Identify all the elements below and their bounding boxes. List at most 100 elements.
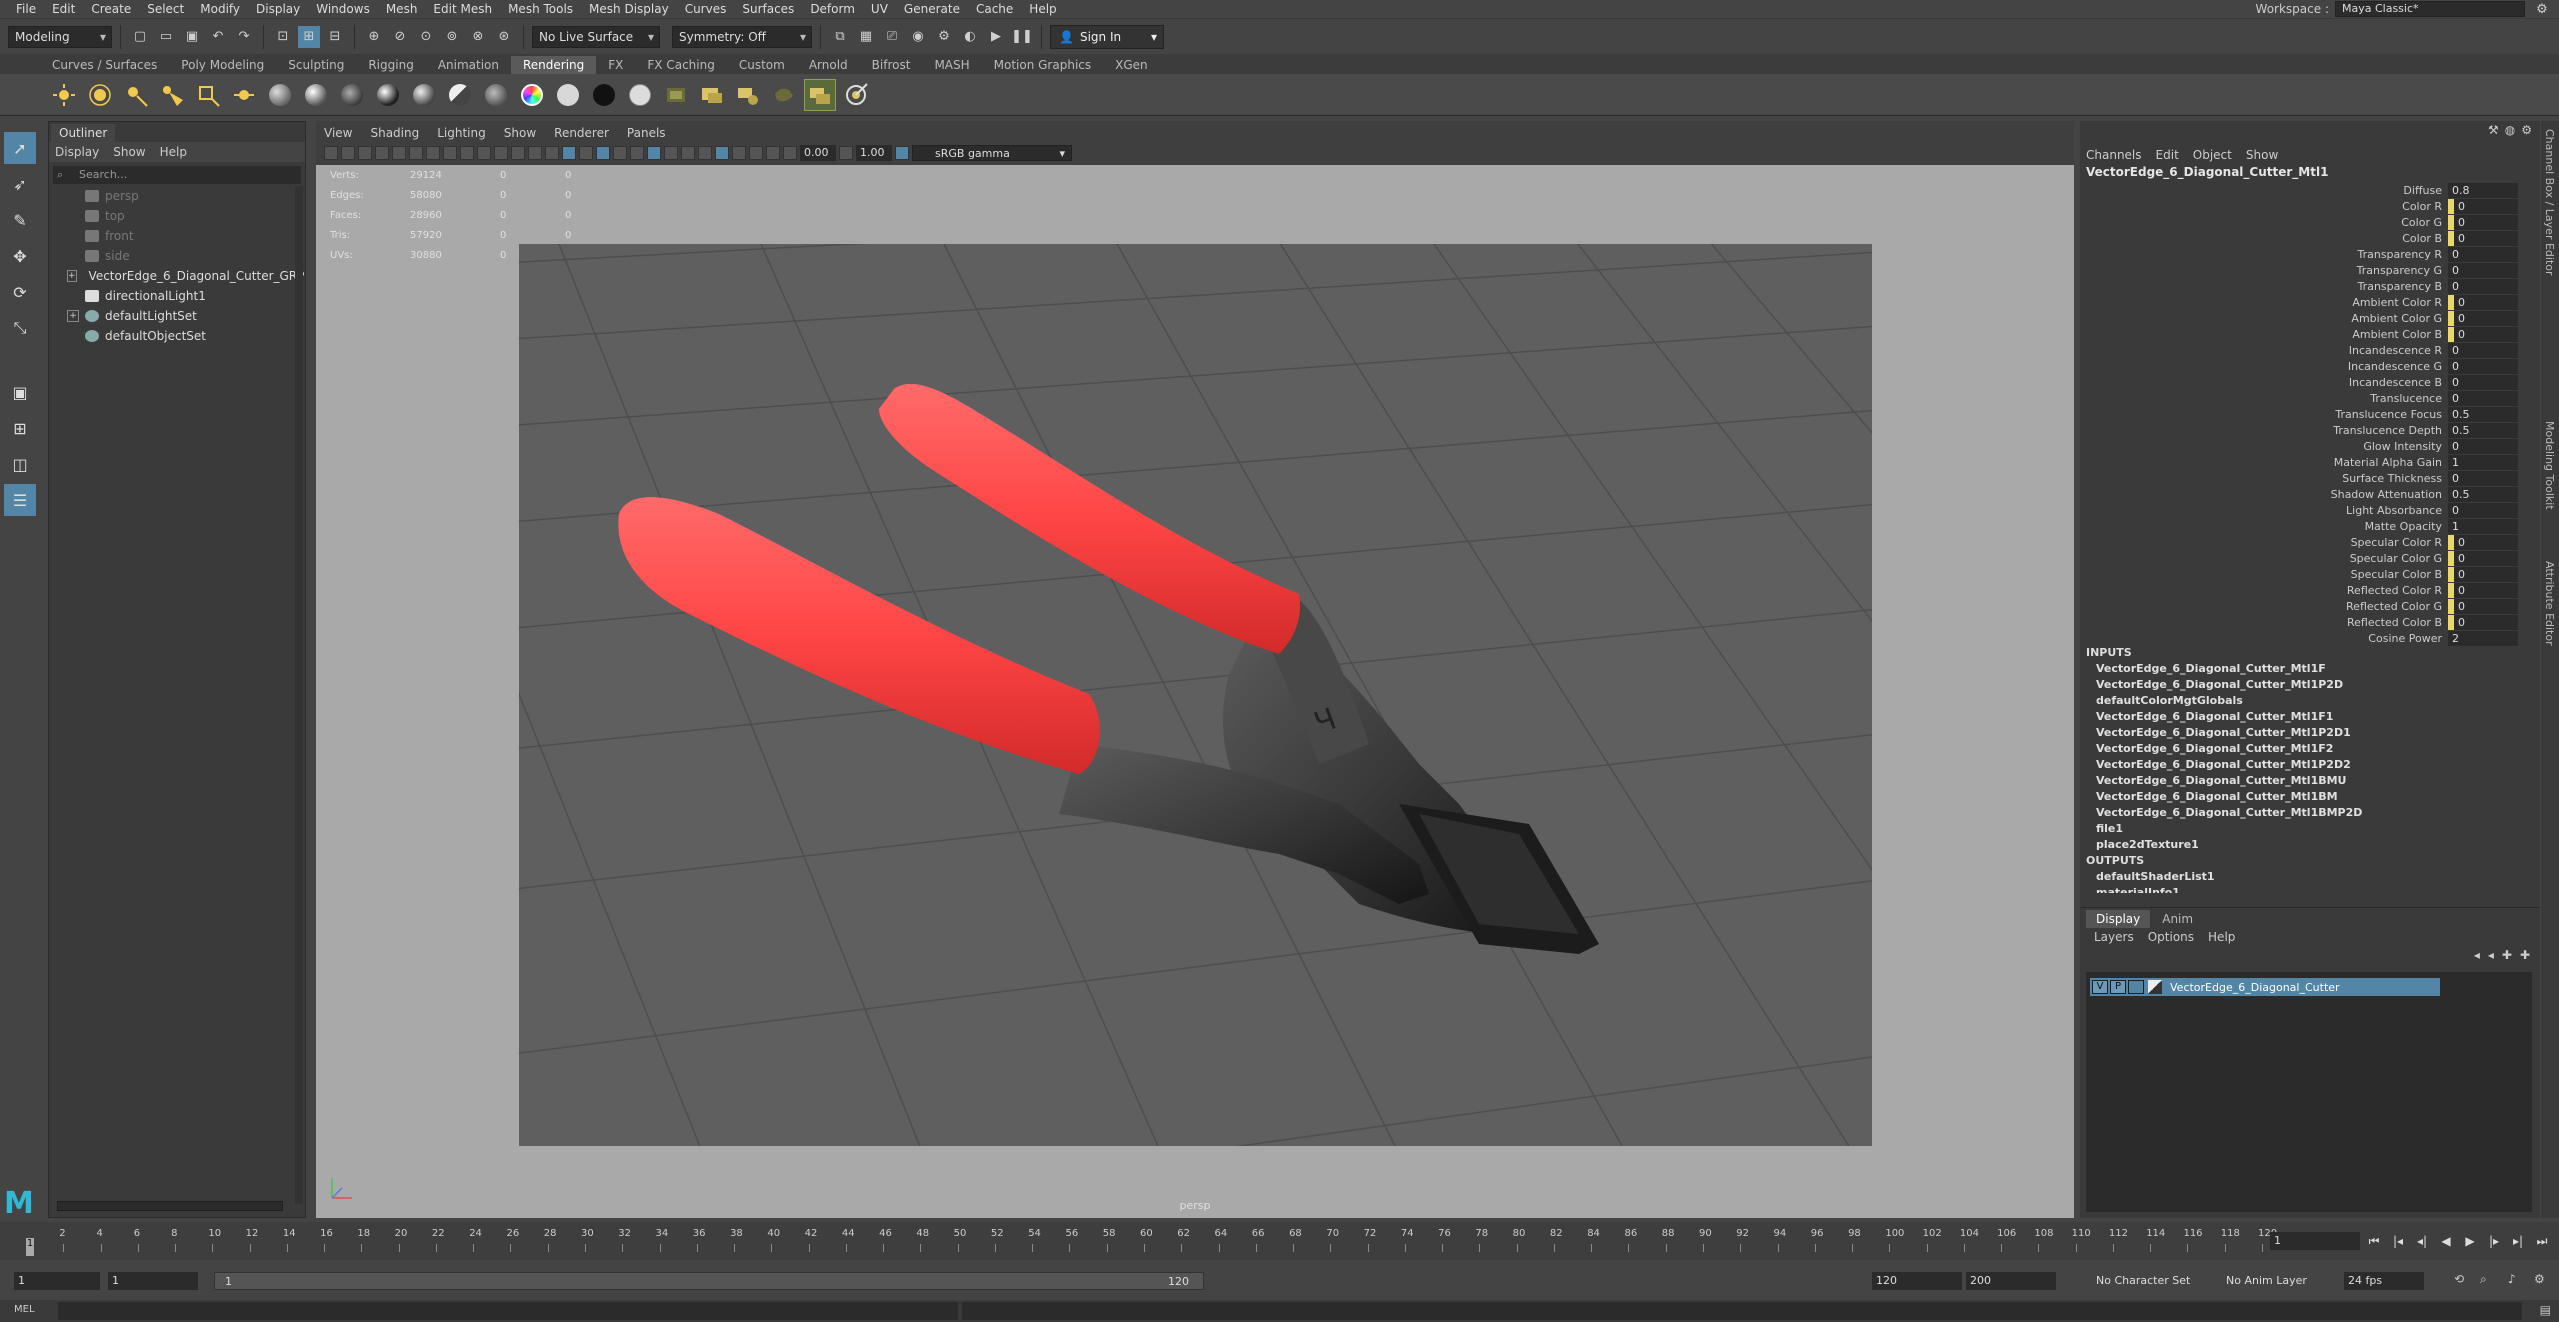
phonge-shader-icon[interactable] — [408, 79, 440, 111]
blinn-shader-icon[interactable] — [300, 79, 332, 111]
attribute-row[interactable]: Matte Opacity 1 — [2080, 518, 2538, 534]
default-material-icon[interactable] — [579, 146, 593, 160]
safe-action-icon[interactable] — [511, 146, 525, 160]
channelbox-menu-object[interactable]: Object — [2193, 148, 2232, 162]
side-tab[interactable]: Channel Box / Layer Editor — [2543, 129, 2556, 276]
attribute-row[interactable]: Reflected Color R 0 — [2080, 582, 2538, 598]
input-node[interactable]: VectorEdge_6_Diagonal_Cutter_Mtl1BM — [2086, 789, 2536, 805]
motion-blur-icon[interactable] — [664, 146, 678, 160]
texture-icon[interactable] — [660, 79, 692, 111]
shelf-tab-poly-modeling[interactable]: Poly Modeling — [169, 56, 276, 74]
attribute-row[interactable]: Light Absorbance 0 — [2080, 502, 2538, 518]
menu-mesh-tools[interactable]: Mesh Tools — [500, 2, 581, 16]
render-frame-icon[interactable]: ⎚ — [881, 26, 903, 48]
current-frame-field[interactable]: 1 — [2270, 1232, 2360, 1250]
antialiasing-icon[interactable] — [681, 146, 695, 160]
attribute-value-field[interactable]: 0.5 — [2448, 422, 2518, 438]
attribute-value-field[interactable]: 0 — [2448, 566, 2518, 582]
attribute-value-field[interactable]: 0 — [2448, 230, 2518, 246]
shelf-tab-arnold[interactable]: Arnold — [797, 56, 860, 74]
shelf-tab-fx[interactable]: FX — [596, 56, 635, 74]
select-hierarchy-icon[interactable]: ⊡ — [272, 26, 294, 48]
viewport-menu-lighting[interactable]: Lighting — [437, 126, 486, 140]
attribute-value-field[interactable]: 1 — [2448, 518, 2518, 534]
mel-input[interactable] — [58, 1302, 958, 1320]
camera-attributes-icon[interactable] — [341, 146, 355, 160]
time-ruler[interactable]: 2 4 6 8 10 12 14 16 18 20 22 24 26 28 30 32 34 36 38 40 42 44… — [26, 1224, 2277, 1258]
ramp-shader-icon[interactable] — [480, 79, 512, 111]
snap-curve-icon[interactable]: ⊘ — [389, 26, 411, 48]
undo-icon[interactable]: ↶ — [207, 26, 229, 48]
select-component-icon[interactable]: ⊟ — [324, 26, 346, 48]
input-node[interactable]: VectorEdge_6_Diagonal_Cutter_Mtl1F1 — [2086, 709, 2536, 725]
menu-mesh-display[interactable]: Mesh Display — [581, 2, 677, 16]
field-chart-icon[interactable] — [494, 146, 508, 160]
step-forward-key-icon[interactable]: ▸| — [2508, 1232, 2528, 1250]
shelf-tab-bifrost[interactable]: Bifrost — [860, 56, 923, 74]
new-layer-from-selection-icon[interactable]: ✚ — [2520, 948, 2530, 962]
construction-history-icon[interactable]: ⧉ — [829, 26, 851, 48]
use-lights-icon[interactable] — [613, 146, 627, 160]
exposure-field[interactable]: 0.00 — [800, 145, 836, 161]
xray-joints-icon[interactable] — [749, 146, 763, 160]
outliner-menu-show[interactable]: Show — [113, 145, 145, 159]
attribute-row[interactable]: Glow Intensity 0 — [2080, 438, 2538, 454]
shadows-icon[interactable] — [630, 146, 644, 160]
attribute-row[interactable]: Incandescence R 0 — [2080, 342, 2538, 358]
input-node[interactable]: VectorEdge_6_Diagonal_Cutter_Mtl1BMU — [2086, 773, 2536, 789]
anisotropic-shader-icon[interactable] — [264, 79, 296, 111]
attribute-value-field[interactable]: 1 — [2448, 454, 2518, 470]
input-node[interactable]: VectorEdge_6_Diagonal_Cutter_Mtl1F2 — [2086, 741, 2536, 757]
menu-mesh[interactable]: Mesh — [378, 2, 426, 16]
area-light-icon[interactable] — [192, 79, 224, 111]
phong-shader-icon[interactable] — [372, 79, 404, 111]
outliner-menu-display[interactable]: Display — [55, 145, 99, 159]
attribute-row[interactable]: Surface Thickness 0 — [2080, 470, 2538, 486]
menu-cache[interactable]: Cache — [968, 2, 1021, 16]
color-management-icon[interactable] — [895, 146, 909, 160]
attribute-value-field[interactable]: 0 — [2448, 374, 2518, 390]
safe-title-icon[interactable] — [528, 146, 542, 160]
side-tab[interactable]: Attribute Editor — [2543, 561, 2556, 646]
menu-create[interactable]: Create — [83, 2, 139, 16]
attribute-value-field[interactable]: 2 — [2448, 630, 2518, 646]
move-layer-up-icon[interactable]: ◂ — [2474, 948, 2480, 962]
input-node[interactable]: VectorEdge_6_Diagonal_Cutter_Mtl1P2D1 — [2086, 725, 2536, 741]
snap-view-icon[interactable]: ⊚ — [441, 26, 463, 48]
render-icon[interactable] — [696, 79, 728, 111]
input-node[interactable]: defaultColorMgtGlobals — [2086, 693, 2536, 709]
menu-edit-mesh[interactable]: Edit Mesh — [425, 2, 500, 16]
attribute-row[interactable]: Specular Color B 0 — [2080, 566, 2538, 582]
bookmark-icon[interactable] — [358, 146, 372, 160]
outliner-search-input[interactable]: Search... — [53, 166, 301, 184]
outliner-item[interactable]: directionalLight1 — [49, 286, 297, 306]
ipr-render-icon[interactable]: ◉ — [907, 26, 929, 48]
grid-icon[interactable] — [426, 146, 440, 160]
attribute-value-field[interactable]: 0 — [2448, 342, 2518, 358]
layer-visibility-toggle[interactable]: V — [2092, 980, 2108, 994]
layered-shader-icon[interactable] — [444, 79, 476, 111]
hypershade-icon[interactable]: ◐ — [959, 26, 981, 48]
preferences-icon[interactable]: ⚙ — [2534, 1272, 2545, 1286]
workspace-dropdown[interactable]: Maya Classic* — [2335, 1, 2525, 17]
attribute-value-field[interactable]: 0 — [2448, 262, 2518, 278]
open-scene-icon[interactable]: ▭ — [155, 26, 177, 48]
attribute-row[interactable]: Transparency R 0 — [2080, 246, 2538, 262]
menu-curves[interactable]: Curves — [677, 2, 735, 16]
attribute-row[interactable]: Shadow Attenuation 0.5 — [2080, 486, 2538, 502]
volume-light-icon[interactable] — [228, 79, 260, 111]
move-layer-down-icon[interactable]: ◂ — [2488, 948, 2494, 962]
outliner-menu-help[interactable]: Help — [160, 145, 187, 159]
input-node[interactable]: VectorEdge_6_Diagonal_Cutter_Mtl1P2D — [2086, 677, 2536, 693]
arnold-render-icon[interactable]: ▶ — [985, 26, 1007, 48]
menu-generate[interactable]: Generate — [896, 2, 968, 16]
attribute-value-field[interactable]: 0 — [2448, 614, 2518, 630]
pause-icon[interactable]: ❚❚ — [1011, 26, 1033, 48]
menu-modify[interactable]: Modify — [192, 2, 248, 16]
viewport-menu-view[interactable]: View — [324, 126, 352, 140]
expand-icon[interactable]: + — [67, 270, 77, 282]
viewport-canvas[interactable]: Verts: 29124 0 0 Edges: 58080 0 0 Faces: 28960 0 0 T… — [316, 165, 2074, 1218]
attribute-row[interactable]: Specular Color R 0 — [2080, 534, 2538, 550]
new-layer-icon[interactable]: ✚ — [2502, 948, 2512, 962]
viewport-menu-shading[interactable]: Shading — [370, 126, 419, 140]
